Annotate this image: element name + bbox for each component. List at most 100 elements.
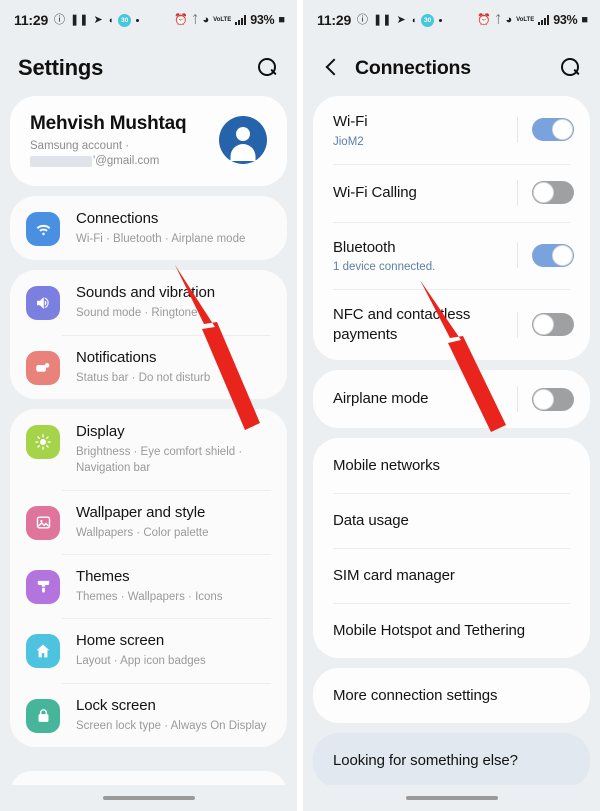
sidebar-item-display[interactable]: Display Brightness · Eye comfort shield …: [10, 409, 287, 490]
dual-screenshot-container: 11:29 ⓘ ❚❚ ➤ ◖ 30 ⏰ ᛏ ◕ VoLTE 93% ■ Sett…: [0, 0, 600, 811]
dot-icon: [439, 18, 443, 22]
row-wifi-calling[interactable]: Wi-Fi Calling: [313, 163, 590, 222]
sidebar-item-home-screen[interactable]: Home screen Layout · App icon badges: [10, 618, 287, 682]
sidebar-item-label: Themes: [76, 567, 130, 585]
looking-for-something-else-card[interactable]: Looking for something else?: [313, 733, 590, 788]
account-email-suffix: '@gmail.com: [93, 155, 160, 167]
volte-icon: VoLTE: [213, 17, 232, 23]
status-bar-right-icons: ⏰ ᛏ ◕ VoLTE 93% ■: [477, 13, 588, 27]
row-text: Wi-Fi Calling: [333, 183, 517, 203]
sidebar-item-sounds-and-vibration[interactable]: Sounds and vibration Sound mode · Ringto…: [10, 270, 287, 334]
pause-icon: ❚❚: [70, 13, 89, 26]
toggle-knob: [552, 119, 573, 141]
nfc-toggle[interactable]: [532, 313, 574, 336]
row-wifi[interactable]: Wi-Fi JioM2: [313, 96, 590, 164]
row-sublabel: 1 device connected.: [333, 261, 436, 273]
battery-percent-label: 93%: [553, 13, 578, 27]
page-title: Settings: [18, 55, 104, 80]
row-label: NFC and contactless payments: [333, 306, 471, 343]
sidebar-item-text: Display Brightness · Eye comfort shield …: [76, 422, 269, 477]
sidebar-item-text: Sounds and vibration Sound mode · Ringto…: [76, 283, 269, 321]
toggle-knob: [533, 182, 554, 203]
status-bar-right-icons: ⏰ ᛏ ◕ VoLTE 93% ■: [174, 13, 285, 27]
row-airplane-mode[interactable]: Airplane mode: [313, 370, 590, 428]
notification-badge-icon: 30: [421, 13, 435, 27]
network-settings-group: Mobile networks Data usage SIM card mana…: [313, 438, 590, 658]
back-chevron-icon[interactable]: [321, 57, 343, 79]
row-bluetooth[interactable]: Bluetooth 1 device connected.: [313, 221, 590, 290]
looking-for-something-else-label[interactable]: Looking for something else?: [313, 733, 590, 788]
row-divider: [517, 116, 518, 143]
status-bar-left: 11:29 ⓘ ❚❚ ➤ ◖ 30 ⏰ ᛏ ◕ VoLTE 93% ■: [0, 0, 297, 40]
row-data-usage[interactable]: Data usage: [313, 493, 590, 548]
bluetooth-icon: ᛏ: [191, 13, 199, 26]
settings-header: Settings: [0, 40, 297, 96]
brightness-icon: [26, 424, 60, 459]
status-bar-right: 11:29 ⓘ ❚❚ ➤ ◖ 30 ⏰ ᛏ ◕ VoLTE 93% ■: [303, 0, 600, 40]
sidebar-item-subtitle: Wallpapers · Color palette: [76, 526, 209, 539]
row-label: Airplane mode: [333, 390, 429, 408]
row-sim-card-manager[interactable]: SIM card manager: [313, 548, 590, 603]
search-icon[interactable]: [558, 56, 582, 80]
row-divider: [517, 242, 518, 269]
wifi-toggle[interactable]: [532, 118, 574, 142]
left-phone-settings-screen: 11:29 ⓘ ❚❚ ➤ ◖ 30 ⏰ ᛏ ◕ VoLTE 93% ■ Sett…: [0, 0, 297, 811]
right-phone-connections-screen: 11:29 ⓘ ❚❚ ➤ ◖ 30 ⏰ ᛏ ◕ VoLTE 93% ■ Conn…: [303, 0, 600, 811]
connections-header: Connections: [303, 40, 600, 96]
sidebar-item-text: Wallpaper and style Wallpapers · Color p…: [76, 503, 269, 541]
sidebar-item-subtitle: Wi-Fi · Bluetooth · Airplane mode: [76, 233, 246, 245]
sidebar-item-label: Lock screen: [76, 696, 156, 714]
notification-badge-icon: 30: [118, 13, 132, 27]
more-settings-group: More connection settings: [313, 668, 590, 723]
sidebar-item-text: Themes Themes · Wallpapers · Icons: [76, 567, 269, 605]
bluetooth-icon: ᛏ: [494, 13, 502, 26]
alarm-icon: ⏰: [174, 13, 188, 26]
wifi-icon: ◕: [202, 13, 210, 26]
sidebar-item-themes[interactable]: Themes Themes · Wallpapers · Icons: [10, 553, 287, 618]
telegram-icon: ➤: [396, 13, 406, 26]
sidebar-item-notifications[interactable]: Notifications Status bar · Do not distur…: [10, 334, 287, 399]
row-divider: [517, 179, 518, 206]
sidebar-item-subtitle: Themes · Wallpapers · Icons: [76, 590, 223, 603]
signal-bars-icon: [235, 15, 247, 25]
wifi-icon: [26, 212, 60, 246]
row-more-connection-settings[interactable]: More connection settings: [313, 668, 590, 723]
account-email: '@gmail.com: [30, 155, 219, 167]
home-gesture-pill[interactable]: [102, 796, 195, 800]
wifi-calling-toggle[interactable]: [532, 181, 574, 204]
home-gesture-pill[interactable]: [405, 796, 498, 800]
samsung-account-row[interactable]: Mehvish Mushtaq Samsung account · '@gmai…: [10, 96, 287, 186]
page-title: Connections: [355, 56, 471, 79]
row-nfc[interactable]: NFC and contactless payments: [313, 289, 590, 360]
battery-percent-label: 93%: [250, 13, 275, 27]
sidebar-item-connections[interactable]: Connections Wi-Fi · Bluetooth · Airplane…: [10, 196, 287, 260]
snapchat-icon: ◖: [410, 14, 417, 25]
sidebar-item-subtitle: Brightness · Eye comfort shield · Naviga…: [76, 445, 243, 475]
airplane-mode-toggle[interactable]: [532, 387, 574, 411]
row-divider: [517, 311, 518, 338]
search-icon[interactable]: [255, 56, 279, 80]
account-type: Samsung account ·: [30, 140, 130, 152]
snapchat-icon: ◖: [107, 14, 114, 25]
do-not-disturb-icon: ⓘ: [54, 13, 66, 26]
dot-icon: [136, 18, 140, 22]
toggle-knob: [533, 388, 554, 410]
sidebar-item-lock-screen[interactable]: Lock screen Screen lock type · Always On…: [10, 682, 287, 747]
row-mobile-hotspot-tethering[interactable]: Mobile Hotspot and Tethering: [313, 603, 590, 658]
redacted-email-block: [30, 155, 92, 167]
battery-icon: ■: [278, 13, 285, 26]
lock-icon: [26, 698, 60, 733]
status-bar-left-icons: ⓘ ❚❚ ➤ ◖ 30: [357, 13, 443, 27]
profile-card[interactable]: Mehvish Mushtaq Samsung account · '@gmai…: [10, 96, 287, 186]
sidebar-item-wallpaper-and-style[interactable]: Wallpaper and style Wallpapers · Color p…: [10, 489, 287, 554]
sidebar-item-label: Home screen: [76, 632, 165, 650]
row-text: Airplane mode: [333, 389, 517, 409]
wifi-icon: ◕: [505, 13, 513, 26]
bluetooth-toggle[interactable]: [532, 243, 574, 267]
row-mobile-networks[interactable]: Mobile networks: [313, 438, 590, 493]
sidebar-item-label: Notifications: [76, 348, 157, 366]
avatar[interactable]: [219, 116, 267, 164]
sidebar-item-label: Sounds and vibration: [76, 284, 215, 302]
airplane-mode-group: Airplane mode: [313, 370, 590, 428]
sidebar-item-text: Home screen Layout · App icon badges: [76, 631, 269, 669]
